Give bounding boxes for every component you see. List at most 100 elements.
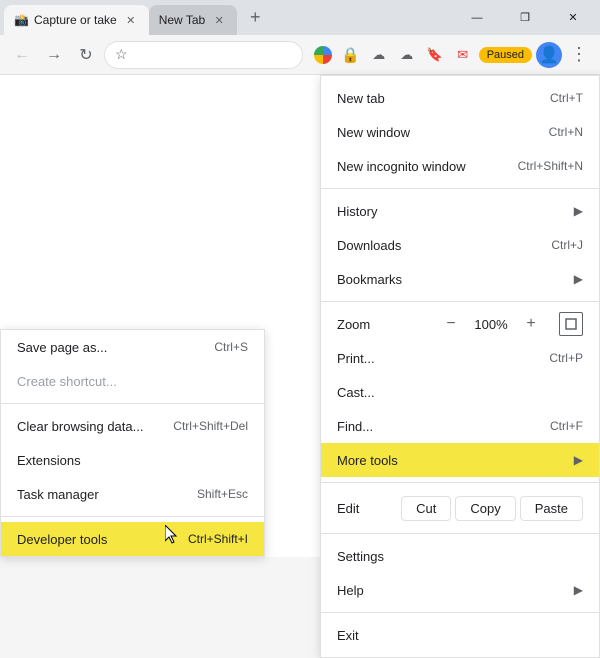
zoom-controls: − 100% + bbox=[439, 312, 583, 336]
menu-item-history[interactable]: History ▶ bbox=[321, 194, 599, 228]
menu-item-downloads[interactable]: Downloads Ctrl+J bbox=[321, 228, 599, 262]
menu-item-settings[interactable]: Settings bbox=[321, 539, 599, 573]
maximize-button[interactable]: ❐ bbox=[502, 3, 548, 33]
menu-item-new-incognito[interactable]: New incognito window Ctrl+Shift+N bbox=[321, 149, 599, 183]
browser-frame: 📸 Capture or take ✕ New Tab ✕ + — ❐ ✕ ← … bbox=[0, 0, 600, 557]
menu-item-find[interactable]: Find... Ctrl+F bbox=[321, 409, 599, 443]
shortcut-new-incognito: Ctrl+Shift+N bbox=[518, 159, 583, 173]
tab-favicon-1: 📸 bbox=[14, 13, 28, 27]
menu-label-downloads: Downloads bbox=[337, 238, 401, 253]
forward-button[interactable]: → bbox=[40, 41, 68, 69]
tab-capture[interactable]: 📸 Capture or take ✕ bbox=[4, 5, 149, 35]
fullscreen-icon bbox=[565, 318, 577, 330]
new-tab-button[interactable]: + bbox=[241, 4, 269, 32]
menu-item-save-page[interactable]: Save page as... Ctrl+S bbox=[1, 330, 264, 364]
tab-close-1[interactable]: ✕ bbox=[123, 12, 139, 28]
menu-item-extensions[interactable]: Extensions bbox=[1, 443, 264, 477]
menu-item-new-tab[interactable]: New tab Ctrl+T bbox=[321, 81, 599, 115]
menu-label-bookmarks: Bookmarks bbox=[337, 272, 402, 287]
menu-label-clear-data: Clear browsing data... bbox=[17, 419, 143, 434]
menu-label-exit: Exit bbox=[337, 628, 359, 643]
menu-divider-3 bbox=[321, 482, 599, 483]
shortcut-new-tab: Ctrl+T bbox=[550, 91, 583, 105]
address-bar[interactable]: ☆ bbox=[104, 41, 303, 69]
menu-label-new-tab: New tab bbox=[337, 91, 385, 106]
ext-icon-3[interactable]: ☁ bbox=[395, 43, 419, 67]
tab-close-2[interactable]: ✕ bbox=[211, 12, 227, 28]
menu-divider-4 bbox=[321, 533, 599, 534]
bookmarks-arrow: ▶ bbox=[574, 272, 583, 286]
left-menu-divider-1 bbox=[1, 403, 264, 404]
zoom-expand-button[interactable] bbox=[559, 312, 583, 336]
main-content: New tab Ctrl+T New window Ctrl+N New inc… bbox=[0, 75, 600, 557]
menu-item-more-tools[interactable]: More tools ▶ bbox=[321, 443, 599, 477]
history-arrow: ▶ bbox=[574, 204, 583, 218]
back-button[interactable]: ← bbox=[8, 41, 36, 69]
zoom-value: 100% bbox=[471, 317, 511, 332]
grammarly-icon[interactable] bbox=[311, 43, 335, 67]
edit-row: Edit Cut Copy Paste bbox=[321, 488, 599, 528]
chrome-menu-button[interactable]: ⋮ bbox=[566, 40, 592, 69]
shortcut-clear-data: Ctrl+Shift+Del bbox=[173, 419, 248, 433]
shortcut-save-page: Ctrl+S bbox=[214, 340, 248, 354]
shortcut-task-manager: Shift+Esc bbox=[197, 487, 248, 501]
menu-label-extensions: Extensions bbox=[17, 453, 81, 468]
menu-item-developer-tools[interactable]: Developer tools Ctrl+Shift+I bbox=[1, 522, 264, 556]
tab-newtab[interactable]: New Tab ✕ bbox=[149, 5, 237, 35]
profile-icon[interactable]: 👤 bbox=[536, 42, 562, 68]
menu-label-help: Help bbox=[337, 583, 364, 598]
g-badge bbox=[314, 46, 332, 64]
menu-label-save-page: Save page as... bbox=[17, 340, 107, 355]
extension-icons: 🔒 ☁ ☁ 🔖 ✉ bbox=[311, 43, 475, 67]
menu-item-create-shortcut: Create shortcut... bbox=[1, 364, 264, 398]
ext-icon-1[interactable]: 🔒 bbox=[339, 43, 363, 67]
title-bar: 📸 Capture or take ✕ New Tab ✕ + — ❐ ✕ bbox=[0, 0, 600, 35]
menu-divider-5 bbox=[321, 612, 599, 613]
help-arrow: ▶ bbox=[574, 583, 583, 597]
shortcut-downloads: Ctrl+J bbox=[551, 238, 583, 252]
menu-label-settings: Settings bbox=[337, 549, 384, 564]
menu-item-new-window[interactable]: New window Ctrl+N bbox=[321, 115, 599, 149]
tab-title-2: New Tab bbox=[159, 13, 205, 27]
paste-button[interactable]: Paste bbox=[520, 496, 583, 521]
shortcut-find: Ctrl+F bbox=[550, 419, 583, 433]
zoom-row: Zoom − 100% + bbox=[321, 307, 599, 341]
menu-item-exit[interactable]: Exit bbox=[321, 618, 599, 652]
menu-item-clear-data[interactable]: Clear browsing data... Ctrl+Shift+Del bbox=[1, 409, 264, 443]
menu-label-print: Print... bbox=[337, 351, 375, 366]
menu-label-new-window: New window bbox=[337, 125, 410, 140]
menu-item-help[interactable]: Help ▶ bbox=[321, 573, 599, 607]
paused-badge[interactable]: Paused bbox=[479, 47, 532, 63]
star-icon: ☆ bbox=[115, 46, 128, 63]
menu-divider-2 bbox=[321, 301, 599, 302]
edit-buttons: Cut Copy Paste bbox=[401, 496, 583, 521]
menu-label-new-incognito: New incognito window bbox=[337, 159, 466, 174]
minimize-button[interactable]: — bbox=[454, 3, 500, 33]
copy-button[interactable]: Copy bbox=[455, 496, 515, 521]
more-tools-arrow: ▶ bbox=[574, 453, 583, 467]
ext-icon-4[interactable]: 🔖 bbox=[423, 43, 447, 67]
zoom-minus-button[interactable]: − bbox=[439, 312, 463, 336]
menu-label-more-tools: More tools bbox=[337, 453, 398, 468]
menu-label-task-manager: Task manager bbox=[17, 487, 99, 502]
menu-label-developer-tools: Developer tools bbox=[17, 532, 107, 547]
zoom-label: Zoom bbox=[337, 317, 439, 332]
menu-divider-1 bbox=[321, 188, 599, 189]
toolbar: ← → ↻ ☆ 🔒 ☁ ☁ 🔖 ✉ Paused 👤 ⋮ bbox=[0, 35, 600, 75]
close-button[interactable]: ✕ bbox=[550, 3, 596, 33]
zoom-plus-button[interactable]: + bbox=[519, 312, 543, 336]
chrome-context-menu: New tab Ctrl+T New window Ctrl+N New inc… bbox=[320, 75, 600, 658]
menu-item-task-manager[interactable]: Task manager Shift+Esc bbox=[1, 477, 264, 511]
ext-icon-5[interactable]: ✉ bbox=[451, 43, 475, 67]
menu-item-bookmarks[interactable]: Bookmarks ▶ bbox=[321, 262, 599, 296]
cut-button[interactable]: Cut bbox=[401, 496, 451, 521]
tab-bar: 📸 Capture or take ✕ New Tab ✕ + bbox=[4, 0, 446, 35]
menu-item-cast[interactable]: Cast... bbox=[321, 375, 599, 409]
tab-title-1: Capture or take bbox=[34, 13, 117, 27]
left-menu-divider-2 bbox=[1, 516, 264, 517]
menu-label-cast: Cast... bbox=[337, 385, 375, 400]
menu-item-print[interactable]: Print... Ctrl+P bbox=[321, 341, 599, 375]
reload-button[interactable]: ↻ bbox=[72, 41, 100, 69]
shortcut-new-window: Ctrl+N bbox=[549, 125, 583, 139]
ext-icon-2[interactable]: ☁ bbox=[367, 43, 391, 67]
